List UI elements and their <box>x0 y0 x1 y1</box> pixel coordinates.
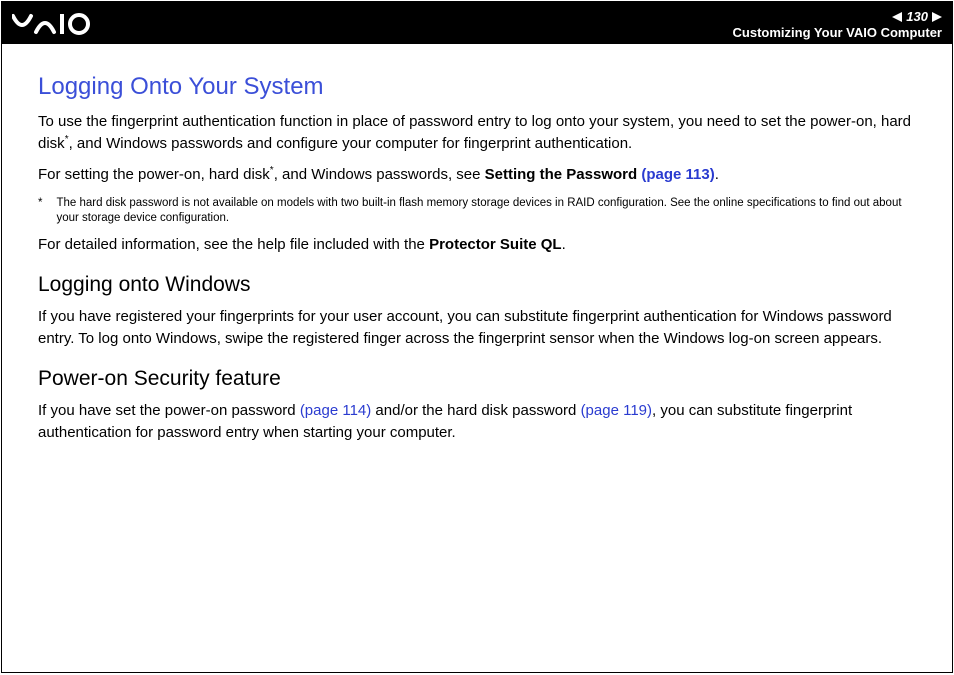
page-header: 130 Customizing Your VAIO Computer <box>2 2 952 44</box>
text: For setting the power-on, hard disk <box>38 166 270 183</box>
footnote-text: The hard disk password is not available … <box>56 196 916 226</box>
intro-paragraph-2: For setting the power-on, hard disk*, an… <box>38 164 916 186</box>
page-content: Logging Onto Your System To use the fing… <box>2 44 952 444</box>
intro-paragraph-1: To use the fingerprint authentication fu… <box>38 111 916 155</box>
bold-text: Setting the Password <box>485 166 642 183</box>
next-page-icon[interactable] <box>932 12 942 22</box>
vaio-logo <box>12 12 122 40</box>
poweron-paragraph: If you have set the power-on password (p… <box>38 400 916 444</box>
page-link-113[interactable]: (page 113) <box>641 166 714 183</box>
sub-heading-poweron: Power-on Security feature <box>38 364 916 394</box>
vaio-logo-svg <box>12 12 122 36</box>
windows-paragraph: If you have registered your fingerprints… <box>38 306 916 350</box>
sub-heading-windows: Logging onto Windows <box>38 270 916 300</box>
text: . <box>562 236 566 253</box>
text: For detailed information, see the help f… <box>38 236 429 253</box>
intro-paragraph-3: For detailed information, see the help f… <box>38 234 916 256</box>
header-right: 130 Customizing Your VAIO Computer <box>733 9 942 40</box>
text: If you have set the power-on password <box>38 402 300 419</box>
text: . <box>715 166 719 183</box>
text: and/or the hard disk password <box>371 402 580 419</box>
text: , and Windows passwords, see <box>274 166 485 183</box>
prev-page-icon[interactable] <box>892 12 902 22</box>
page-number: 130 <box>906 9 928 24</box>
page-link-114[interactable]: (page 114) <box>300 402 371 419</box>
document-page: 130 Customizing Your VAIO Computer Loggi… <box>1 1 953 673</box>
footnote-marker: * <box>38 196 42 226</box>
page-nav: 130 <box>733 9 942 24</box>
footnote: * The hard disk password is not availabl… <box>38 196 916 226</box>
bold-text: Protector Suite QL <box>429 236 562 253</box>
text: , and Windows passwords and configure yo… <box>69 135 633 152</box>
section-title: Customizing Your VAIO Computer <box>733 25 942 40</box>
page-link-119[interactable]: (page 119) <box>581 402 652 419</box>
main-heading: Logging Onto Your System <box>38 70 916 105</box>
